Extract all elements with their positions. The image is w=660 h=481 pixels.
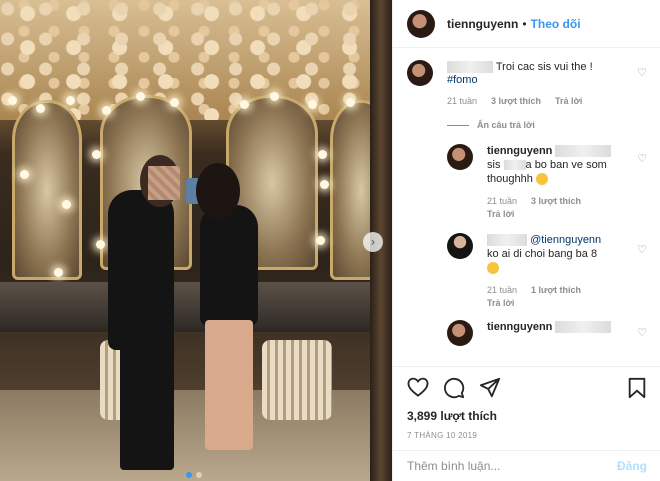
post-sidebar: tiennguyenn • Theo dõi Troi cac sis vui … — [392, 0, 660, 481]
reply-prefix: sis — [487, 159, 501, 171]
reply-time[interactable]: 21 tuần — [487, 285, 517, 295]
avatar[interactable] — [447, 144, 473, 170]
reply: tiennguyenn ♡ — [447, 320, 647, 346]
redacted-username — [487, 234, 527, 247]
reply: @tiennguyenn ko ai di choi bang ba 8 21 … — [447, 233, 647, 308]
chevron-right-icon: › — [370, 235, 376, 249]
grinning-emoji-icon — [535, 173, 548, 186]
like-comment-icon[interactable]: ♡ — [637, 66, 647, 79]
person-left — [108, 190, 174, 350]
laughing-emoji-icon — [487, 262, 499, 275]
light-bulb — [62, 200, 71, 209]
redacted-name — [503, 160, 526, 171]
avatar[interactable] — [447, 320, 473, 346]
reply-button[interactable]: Trả lời — [487, 298, 514, 308]
floor — [0, 390, 392, 481]
divider — [447, 124, 469, 126]
hashtag-link[interactable]: #fomo — [447, 74, 647, 86]
hide-replies-button[interactable]: Ẩn câu trả lời — [447, 120, 647, 130]
post-photo[interactable]: › — [0, 0, 392, 481]
reply: tiennguyenn sis a bo ban ve som thoughhh… — [447, 144, 647, 219]
carousel-dots — [186, 472, 202, 478]
reply-button[interactable]: Trả lời — [487, 209, 514, 219]
vanity-mirror — [12, 100, 82, 280]
light-bulb — [102, 106, 111, 115]
light-bulb — [308, 100, 317, 109]
post-actions: 3,899 lượt thích 7 THÁNG 10 2019 — [393, 366, 660, 440]
like-comment-icon[interactable]: ♡ — [637, 326, 647, 339]
light-bulb — [8, 96, 17, 105]
light-bulb — [66, 96, 75, 105]
post-comment-button[interactable]: Đăng — [617, 459, 647, 473]
comment-likes[interactable]: 3 lượt thích — [491, 96, 541, 106]
reply-text: ko ai di choi bang ba 8 — [487, 248, 598, 260]
save-icon[interactable] — [627, 377, 647, 399]
person-right — [200, 205, 258, 327]
person-right-legs — [205, 320, 253, 450]
follow-button[interactable]: Theo dõi — [531, 17, 581, 31]
person-left-legs — [120, 340, 174, 470]
comment-input[interactable] — [407, 459, 617, 473]
carousel-dot — [196, 472, 202, 478]
light-bulb — [318, 150, 327, 159]
like-comment-icon[interactable]: ♡ — [637, 243, 647, 256]
separator: • — [522, 16, 527, 31]
redacted-text — [555, 321, 612, 334]
heart-icon[interactable] — [407, 377, 429, 397]
light-bulb — [240, 100, 249, 109]
reply-username[interactable]: tiennguyenn — [487, 321, 552, 333]
likes-count[interactable]: 3,899 lượt thích — [407, 409, 647, 423]
share-icon[interactable] — [479, 377, 501, 399]
next-slide-button[interactable]: › — [363, 232, 383, 252]
reply-button[interactable]: Trả lời — [555, 96, 582, 106]
light-bulb — [96, 240, 105, 249]
carousel-dot-active — [186, 472, 192, 478]
add-comment-bar: Đăng — [393, 450, 660, 481]
light-bulb — [170, 98, 179, 107]
avatar[interactable] — [407, 60, 433, 86]
light-bulb — [20, 170, 29, 179]
light-bulb — [136, 92, 145, 101]
reply-username[interactable]: tiennguyenn — [487, 145, 552, 157]
light-bulb — [320, 180, 329, 189]
post-date[interactable]: 7 THÁNG 10 2019 — [407, 431, 647, 440]
light-bulb — [92, 150, 101, 159]
mention-link[interactable]: @tiennguyenn — [530, 234, 601, 246]
like-comment-icon[interactable]: ♡ — [637, 152, 647, 165]
comments-list[interactable]: Troi cac sis vui the ! #fomo 21 tuần 3 l… — [393, 48, 660, 366]
blurred-face — [148, 166, 180, 200]
reply-likes[interactable]: 3 lượt thích — [531, 196, 581, 206]
reply-likes[interactable]: 1 lượt thích — [531, 285, 581, 295]
post-username[interactable]: tiennguyenn — [447, 17, 518, 31]
light-bulb — [36, 104, 45, 113]
light-bulb — [346, 98, 355, 107]
light-bulb — [270, 92, 279, 101]
comment-icon[interactable] — [443, 377, 465, 399]
avatar[interactable] — [447, 233, 473, 259]
stool — [262, 340, 332, 420]
redacted-username — [447, 61, 493, 74]
redacted-text — [555, 145, 612, 158]
vanity-counter — [0, 282, 392, 332]
light-bulb — [54, 268, 63, 277]
comment: Troi cac sis vui the ! #fomo 21 tuần 3 l… — [407, 60, 647, 106]
light-bulb — [316, 236, 325, 245]
avatar[interactable] — [407, 9, 435, 38]
hide-replies-label: Ẩn câu trả lời — [477, 120, 535, 130]
comment-text: Troi cac sis vui the ! — [495, 61, 593, 73]
comment-time[interactable]: 21 tuần — [447, 96, 477, 106]
reply-time[interactable]: 21 tuần — [487, 196, 517, 206]
post-header: tiennguyenn • Theo dõi — [393, 0, 660, 48]
person-right-head — [196, 163, 240, 219]
